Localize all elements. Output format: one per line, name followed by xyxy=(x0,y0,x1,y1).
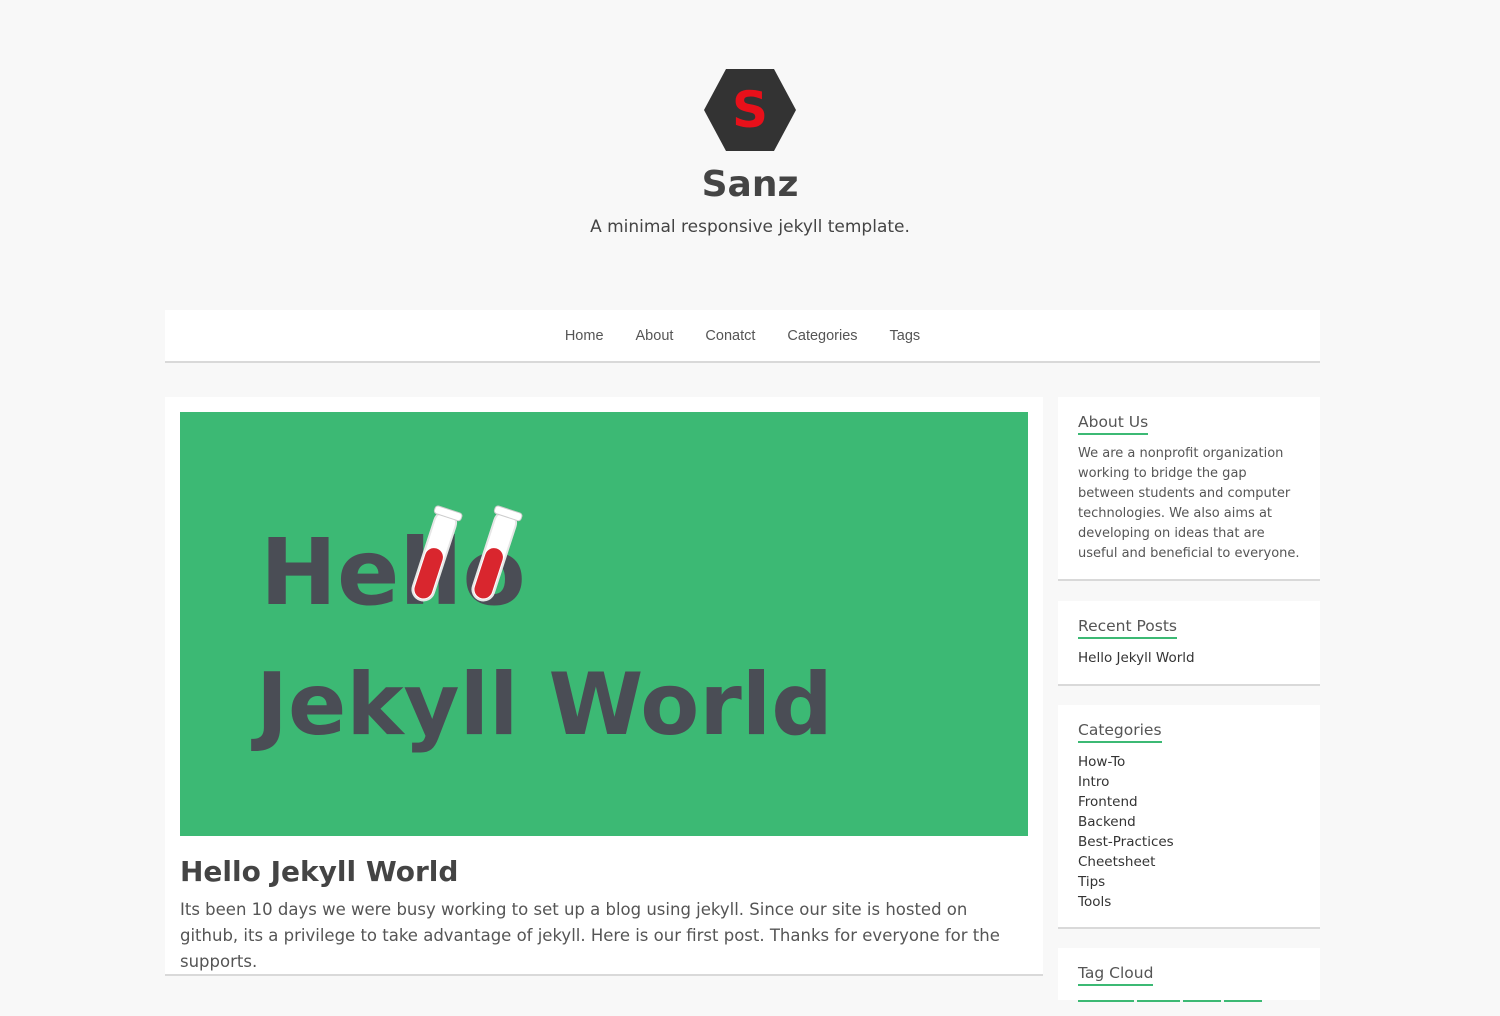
widget-tag-cloud: Tag Cloud xyxy=(1058,948,1320,1002)
list-item: Hello Jekyll World xyxy=(1078,648,1195,668)
post-card: Hello Jekyll World Hello Jekyll World It… xyxy=(165,397,1043,976)
list-item: Tools xyxy=(1078,892,1174,912)
nav-contact[interactable]: Conatct xyxy=(705,328,755,344)
widget-categories: Categories How-To Intro Frontend Backend… xyxy=(1058,705,1320,929)
tag-chip[interactable] xyxy=(1137,1000,1180,1012)
widget-recent-posts: Recent Posts Hello Jekyll World xyxy=(1058,601,1320,686)
category-link[interactable]: Intro xyxy=(1078,774,1109,790)
tag-chip[interactable] xyxy=(1224,1000,1262,1012)
site-logo[interactable]: S xyxy=(703,68,797,152)
nav-about[interactable]: About xyxy=(636,328,674,344)
nav-tags[interactable]: Tags xyxy=(890,328,921,344)
category-link[interactable]: Backend xyxy=(1078,814,1136,830)
list-item: Best-Practices xyxy=(1078,832,1174,852)
site-title[interactable]: Sanz xyxy=(0,160,1500,210)
category-link[interactable]: Tips xyxy=(1078,874,1105,890)
about-us-text: We are a nonprofit organization working … xyxy=(1078,446,1300,561)
widget-title-about-us: About Us xyxy=(1078,411,1149,435)
list-item: Intro xyxy=(1078,772,1174,792)
tag-chip[interactable] xyxy=(1183,1000,1221,1012)
list-item: Frontend xyxy=(1078,792,1174,812)
widget-title-categories: Categories xyxy=(1078,719,1162,743)
list-item: Tips xyxy=(1078,872,1174,892)
recent-post-link[interactable]: Hello Jekyll World xyxy=(1078,650,1195,666)
nav-categories[interactable]: Categories xyxy=(787,328,857,344)
post-title[interactable]: Hello Jekyll World xyxy=(180,852,458,892)
list-item: Backend xyxy=(1078,812,1174,832)
main-nav: Home About Conatct Categories Tags xyxy=(165,310,1320,363)
list-item: How-To xyxy=(1078,752,1174,772)
image-text-jekyll-world: Jekyll World xyxy=(251,655,833,755)
post-featured-image[interactable]: Hello Jekyll World xyxy=(180,412,1028,836)
logo-letter: S xyxy=(732,81,768,139)
tag-chip[interactable] xyxy=(1078,1000,1134,1012)
widget-about-us: About Us We are a nonprofit organization… xyxy=(1058,397,1320,581)
category-link[interactable]: Frontend xyxy=(1078,794,1138,810)
recent-posts-list: Hello Jekyll World xyxy=(1078,648,1195,668)
widget-title-recent-posts: Recent Posts xyxy=(1078,615,1178,639)
list-item: Cheetsheet xyxy=(1078,852,1174,872)
category-link[interactable]: How-To xyxy=(1078,754,1125,770)
category-link[interactable]: Tools xyxy=(1078,894,1111,910)
category-link[interactable]: Best-Practices xyxy=(1078,834,1174,850)
category-link[interactable]: Cheetsheet xyxy=(1078,854,1155,870)
categories-list: How-To Intro Frontend Backend Best-Pract… xyxy=(1078,752,1174,912)
nav-home[interactable]: Home xyxy=(565,328,604,344)
site-header: S Sanz A minimal responsive jekyll templ… xyxy=(0,0,1500,300)
widget-title-tag-cloud: Tag Cloud xyxy=(1078,962,1154,986)
post-excerpt: Its been 10 days we were busy working to… xyxy=(180,900,1000,971)
site-tagline: A minimal responsive jekyll template. xyxy=(590,217,910,237)
